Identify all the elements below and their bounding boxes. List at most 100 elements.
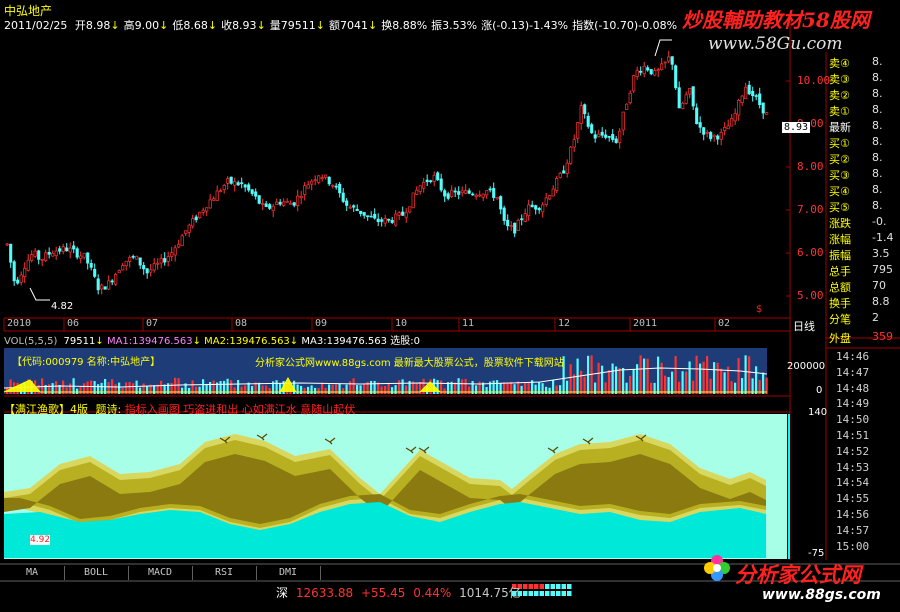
sell-level-label: 卖④ — [829, 57, 850, 70]
tab-ma[interactable]: MA — [0, 566, 65, 580]
tab-macd[interactable]: MACD — [128, 566, 193, 580]
sell-level-price: 8. — [872, 103, 883, 116]
volume-bar — [520, 385, 523, 394]
status-mini-bar — [561, 584, 566, 589]
volume-bar — [699, 363, 702, 394]
ma2-value: MA2:139476.563 — [204, 336, 290, 347]
candle-body — [604, 134, 608, 138]
volume-bar — [345, 384, 348, 394]
candle-body — [159, 257, 163, 264]
candle-body — [187, 224, 191, 233]
candle-body — [698, 122, 702, 128]
candle-body — [233, 181, 237, 186]
index-amount: 1014.75亿 — [459, 586, 521, 600]
period-label[interactable]: 日线 — [793, 318, 815, 334]
stat-label: 收 — [221, 19, 233, 32]
candle-body — [320, 177, 324, 179]
volume-bar — [65, 387, 68, 394]
candle-body — [79, 255, 83, 259]
candle-body — [579, 105, 583, 125]
candle-body — [47, 251, 51, 255]
tick-time: 14:56 — [836, 508, 870, 521]
quote-stat-label: 换手 — [829, 297, 851, 310]
index-pct: 0.44% — [413, 586, 452, 600]
volume-bar — [265, 385, 268, 394]
time-tick-label: 11 — [462, 318, 475, 329]
candle-body — [37, 250, 41, 260]
status-mini-bar — [567, 591, 572, 596]
outer-volume-label: 外盘 — [829, 332, 851, 345]
volume-bar — [580, 370, 583, 394]
candle-body — [436, 172, 440, 181]
candle-body — [537, 207, 541, 211]
candle-body — [12, 261, 16, 282]
vol-label: VOL(5,5,5) — [4, 336, 58, 347]
indicator-small-label: 4.92 — [30, 535, 51, 545]
quote-stat-label: 总额 — [829, 281, 851, 294]
stat-label: 振 — [431, 19, 443, 32]
volume-bar — [240, 386, 243, 394]
candle-body — [730, 117, 734, 127]
volume-bar — [755, 366, 758, 394]
candle-body — [33, 250, 37, 257]
volume-bar — [601, 365, 604, 394]
volume-bar — [443, 388, 446, 394]
candle-body — [215, 190, 219, 201]
buy-level-label: 买① — [829, 137, 850, 150]
candle-body — [16, 279, 20, 284]
tab-rsi[interactable]: RSI — [192, 566, 257, 580]
volume-bar — [548, 387, 551, 394]
tab-dmi[interactable]: DMI — [256, 566, 321, 580]
status-mini-bar — [545, 584, 550, 589]
current-price-badge: 8.93 — [782, 122, 811, 133]
volume-bar — [335, 384, 338, 394]
volume-bar — [342, 388, 345, 394]
candle-body — [219, 190, 223, 193]
latest-price-value: 8. — [872, 119, 883, 132]
buy-level-price: 8. — [872, 183, 883, 196]
candle-body — [65, 247, 69, 252]
sell-level-label: 卖③ — [829, 73, 850, 86]
volume-bar — [706, 355, 709, 394]
candle-body — [243, 184, 247, 188]
poem-text: 指标入画图 巧盗进和出 心如满江水 意随山起伏 — [124, 403, 356, 416]
volume-bar — [713, 362, 716, 394]
volume-bar — [405, 385, 408, 394]
volume-bar — [597, 362, 600, 394]
status-bar: 深 12633.88 +55.45 0.44% 1014.75亿 — [276, 584, 521, 601]
candle-body — [744, 86, 748, 99]
candle-body — [75, 248, 79, 258]
stat-value: 9.00 — [134, 19, 160, 32]
status-mini-bar — [561, 591, 566, 596]
status-mini-bar — [528, 584, 533, 589]
candle-body — [597, 133, 601, 138]
market-label: 深 — [276, 586, 289, 600]
watermark-title: 炒股輔助教材58股网 — [682, 8, 870, 32]
sell-level-price: 8. — [872, 55, 883, 68]
candle-body — [131, 255, 135, 258]
pick-stock-value: 选股:0 — [390, 336, 420, 347]
arrow-icon: ↓ — [207, 19, 218, 32]
stat-label: 低 — [172, 19, 184, 32]
sell-level-label: 卖① — [829, 105, 850, 118]
candle-body — [415, 189, 419, 195]
candle-body — [495, 196, 499, 200]
arrow-icon: ↓ — [256, 19, 266, 32]
tab-boll[interactable]: BOLL — [64, 566, 129, 580]
volume-bar — [513, 384, 516, 394]
candle-body — [646, 67, 650, 71]
chart-canvas[interactable]: $ — [0, 0, 900, 612]
volume-bar — [667, 377, 670, 394]
volume-bar — [310, 385, 313, 394]
volume-bar — [611, 363, 614, 394]
candle-body — [226, 178, 230, 184]
volume-bar — [356, 385, 359, 394]
status-mini-bar — [556, 584, 561, 589]
candle-body — [261, 203, 265, 205]
tick-time: 14:55 — [836, 492, 870, 506]
volume-bar — [737, 358, 740, 394]
candle-body — [23, 267, 27, 278]
candle-body — [544, 197, 548, 205]
candle-body — [373, 213, 377, 219]
candle-body — [254, 191, 258, 197]
